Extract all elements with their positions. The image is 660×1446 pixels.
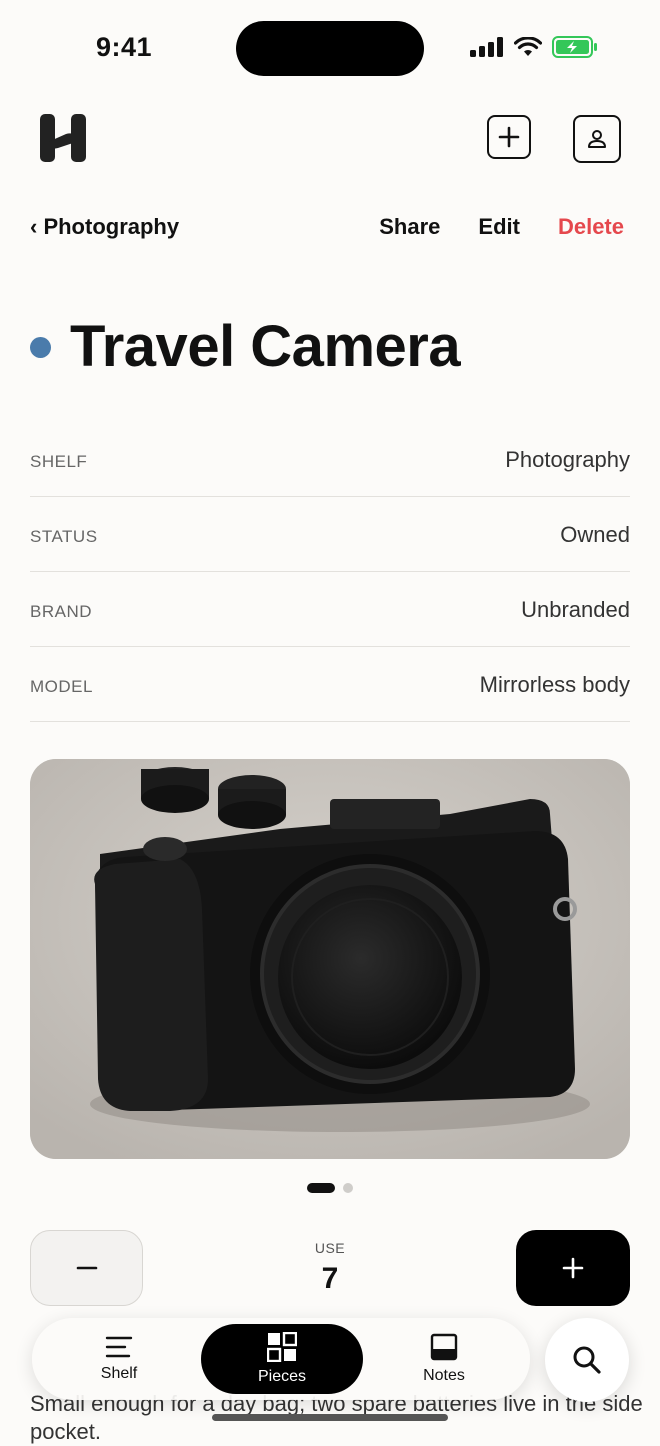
item-photo[interactable] bbox=[30, 759, 630, 1159]
detail-row: STATUS Owned bbox=[30, 497, 630, 572]
note-icon bbox=[430, 1333, 458, 1361]
tab-shelf[interactable]: Shelf bbox=[69, 1318, 169, 1400]
pager-dot[interactable] bbox=[343, 1183, 353, 1193]
detail-label: MODEL bbox=[30, 677, 93, 696]
detail-value: Mirrorless body bbox=[479, 672, 630, 697]
tab-label: Notes bbox=[423, 1367, 465, 1384]
detail-value: Owned bbox=[560, 522, 630, 547]
detail-label: BRAND bbox=[30, 602, 93, 621]
delete-button[interactable]: Delete bbox=[558, 214, 624, 240]
grid-icon bbox=[267, 1332, 297, 1362]
profile-button[interactable] bbox=[573, 115, 621, 163]
tab-label: Shelf bbox=[100, 1365, 138, 1382]
tab-pieces[interactable]: Pieces bbox=[201, 1324, 363, 1394]
detail-row: BRAND Unbranded bbox=[30, 572, 630, 647]
detail-value: Unbranded bbox=[521, 597, 630, 622]
person-icon bbox=[588, 130, 606, 148]
app-logo[interactable] bbox=[38, 112, 88, 169]
tab-notes[interactable]: Notes bbox=[394, 1318, 494, 1400]
signal-icon bbox=[470, 37, 503, 57]
detail-value: Photography bbox=[505, 447, 630, 472]
detail-row: SHELF Photography bbox=[30, 422, 630, 497]
tab-label: Pieces bbox=[257, 1368, 307, 1385]
shelf-lines-icon bbox=[105, 1336, 133, 1358]
item-title: Travel Camera bbox=[70, 314, 461, 379]
edit-button[interactable]: Edit bbox=[478, 214, 520, 240]
plus-icon bbox=[562, 1257, 584, 1279]
search-icon bbox=[573, 1346, 601, 1374]
home-indicator bbox=[212, 1414, 448, 1421]
wifi-icon bbox=[514, 37, 542, 56]
status-time: 9:41 bbox=[96, 32, 153, 62]
decrement-use-button[interactable] bbox=[30, 1230, 143, 1306]
share-button[interactable]: Share bbox=[379, 214, 440, 240]
search-button[interactable] bbox=[545, 1318, 629, 1402]
dynamic-island bbox=[236, 21, 424, 76]
tab-bar: Shelf Pieces Notes bbox=[32, 1318, 530, 1400]
details-list: SHELF Photography STATUS Owned BRAND Unb… bbox=[30, 422, 630, 722]
add-button[interactable] bbox=[487, 115, 531, 159]
use-label: USE bbox=[314, 1240, 346, 1256]
item-actions: Share Edit Delete bbox=[379, 214, 624, 240]
pager-dot-active[interactable] bbox=[307, 1183, 335, 1193]
photo-pager[interactable] bbox=[307, 1183, 353, 1193]
increment-use-button[interactable] bbox=[516, 1230, 630, 1306]
camera-image bbox=[30, 759, 630, 1159]
detail-row: MODEL Mirrorless body bbox=[30, 647, 630, 722]
battery-icon bbox=[552, 36, 597, 58]
minus-icon bbox=[76, 1266, 97, 1270]
back-link[interactable]: ‹ Photography bbox=[30, 214, 179, 240]
detail-label: STATUS bbox=[30, 527, 98, 546]
use-count: 7 bbox=[321, 1262, 339, 1295]
plus-icon bbox=[498, 126, 520, 148]
detail-label: SHELF bbox=[30, 452, 88, 471]
status-icons bbox=[470, 36, 598, 58]
color-dot bbox=[30, 337, 51, 358]
